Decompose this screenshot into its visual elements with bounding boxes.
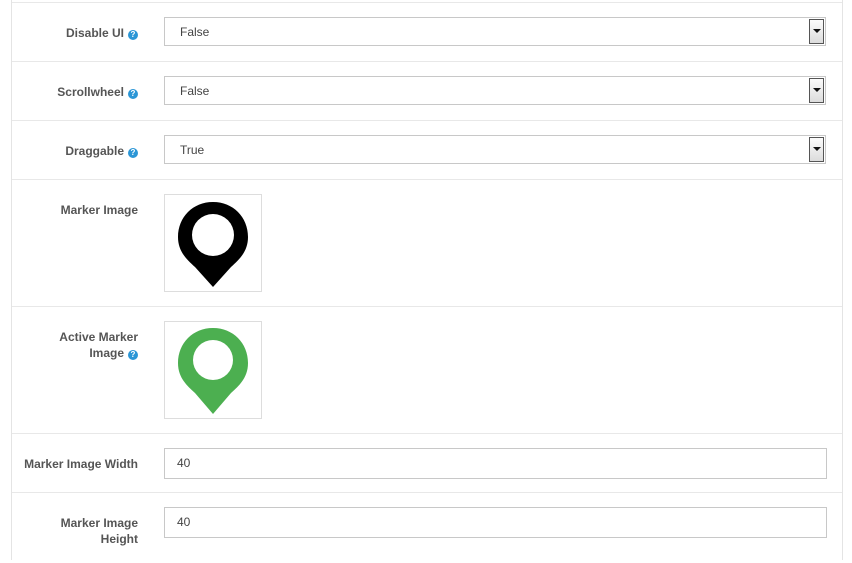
help-icon[interactable]: ?: [128, 350, 138, 360]
dropdown-caret-icon[interactable]: [809, 78, 824, 103]
row-marker-image: Marker Image: [12, 179, 842, 306]
disable-ui-select[interactable]: False: [164, 17, 826, 46]
scrollwheel-label: Scrollwheel?: [18, 84, 138, 100]
row-active-marker-image: Active Marker Image?: [12, 306, 842, 433]
map-pin-icon: [178, 202, 248, 287]
row-marker-image-width: Marker Image Width 40: [12, 433, 842, 492]
help-icon[interactable]: ?: [128, 30, 138, 40]
dropdown-caret-icon[interactable]: [809, 137, 824, 162]
marker-image-width-label: Marker Image Width: [24, 457, 138, 471]
active-marker-image-thumbnail[interactable]: [164, 321, 262, 419]
help-icon[interactable]: ?: [128, 89, 138, 99]
settings-panel: Disable UI? False Scrollwheel? False Dra…: [11, 0, 843, 560]
marker-image-label: Marker Image: [60, 203, 138, 217]
marker-image-height-label: Marker Image Height: [60, 516, 138, 546]
map-pin-icon: [178, 328, 248, 414]
scrollwheel-select[interactable]: False: [164, 76, 826, 105]
marker-image-height-input[interactable]: 40: [164, 507, 827, 538]
marker-image-thumbnail[interactable]: [164, 194, 262, 292]
draggable-select[interactable]: True: [164, 135, 826, 164]
draggable-label: Draggable?: [18, 143, 138, 159]
active-marker-image-label: Active Marker Image?: [59, 330, 138, 360]
help-icon[interactable]: ?: [128, 148, 138, 158]
disable-ui-label: Disable UI?: [18, 25, 138, 41]
row-disable-ui: Disable UI? False: [12, 2, 842, 61]
disable-ui-value: False: [180, 25, 210, 39]
row-marker-image-height: Marker Image Height 40: [12, 492, 842, 563]
marker-image-width-input[interactable]: 40: [164, 448, 827, 479]
row-draggable: Draggable? True: [12, 120, 842, 179]
draggable-value: True: [180, 143, 205, 157]
scrollwheel-value: False: [180, 84, 210, 98]
dropdown-caret-icon[interactable]: [809, 19, 824, 44]
row-scrollwheel: Scrollwheel? False: [12, 61, 842, 120]
